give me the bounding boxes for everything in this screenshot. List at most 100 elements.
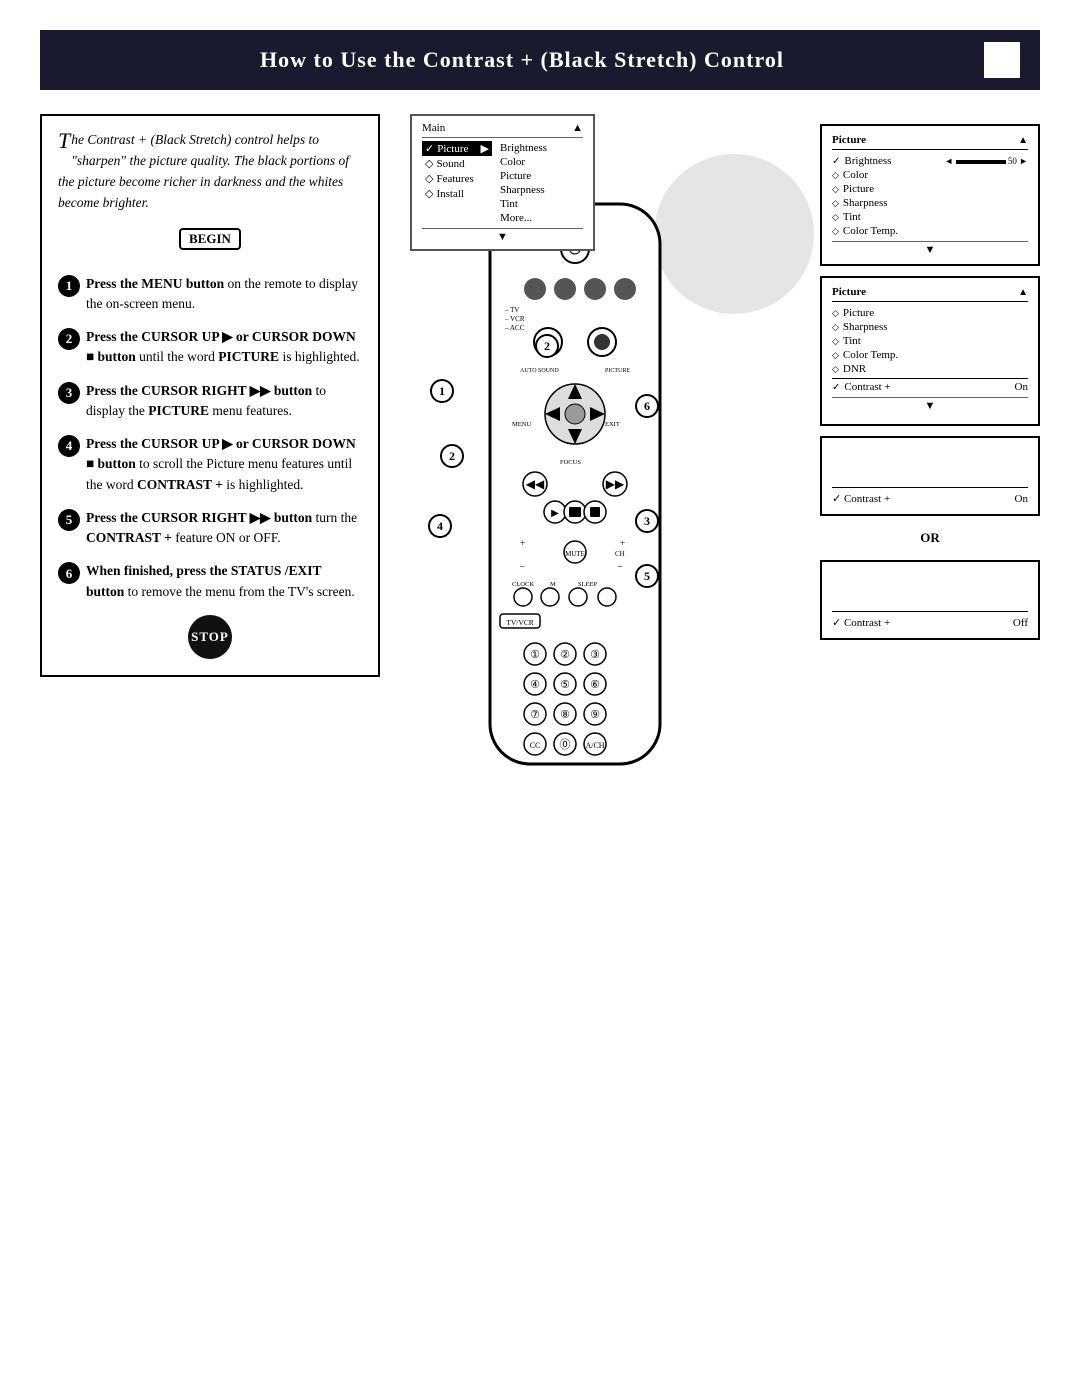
screen2-contrast-label: Contrast + <box>844 381 890 393</box>
mm-features-label: Features <box>436 173 473 185</box>
step-overlay-3: 3 <box>635 509 659 533</box>
screen1-color-label: Color <box>843 169 868 181</box>
mm-install-diamond: ◇ <box>425 187 433 200</box>
main-menu-screen-container: Main ▲ ✓ Picture ▶ ◇ Sound <box>410 114 595 251</box>
screen2-sharpness: ◇ Sharpness <box>832 320 1028 334</box>
screen1-header: Picture ▲ <box>832 134 1028 150</box>
screen1-title: Picture <box>832 134 866 146</box>
mm-sub-tint: Tint <box>500 197 580 211</box>
mm-down-arrow: ▼ <box>497 231 508 243</box>
screen4-contrast-label: ✓ Contrast + <box>832 616 890 629</box>
screen1-sharpness-label: Sharpness <box>843 197 888 209</box>
mm-sub-more: More... <box>500 211 580 225</box>
remote-control: ⏻ POWER – TV – VCR – ACC <box>460 194 690 779</box>
mm-sub-brightness: Brightness <box>500 141 580 155</box>
mm-picture-label: Picture <box>437 143 468 155</box>
step-overlay-1: 1 <box>430 379 454 403</box>
screen1-colortemp-label: Color Temp. <box>843 225 898 237</box>
screen1-brightness: ✓ Brightness ◄ 50 ► <box>832 154 1028 168</box>
screen-result-off: ✓ Contrast + Off <box>820 560 1040 640</box>
mm-sound-label: Sound <box>436 158 464 170</box>
svg-text:A/CH: A/CH <box>585 741 604 750</box>
screen1-up-arrow: ▲ <box>1018 135 1028 146</box>
svg-text:– TV: – TV <box>504 306 519 314</box>
svg-text:MUTE: MUTE <box>565 550 585 558</box>
screen2-sharpness-label: Sharpness <box>843 321 888 333</box>
main-content: T he Contrast + (Black Stretch) control … <box>40 114 1040 677</box>
screen1-picture: ◇ Picture <box>832 182 1028 196</box>
screen-brightness: Picture ▲ ✓ Brightness ◄ 50 ► ◇ Color ◇ … <box>820 124 1040 266</box>
step-5: 5 Press the CURSOR RIGHT ▶▶ button turn … <box>58 508 362 549</box>
step-1: 1 Press the MENU button on the remote to… <box>58 274 362 315</box>
screen4-contrast-value: Off <box>1013 617 1028 629</box>
step-3: 3 Press the CURSOR RIGHT ▶▶ button to di… <box>58 381 362 422</box>
svg-text:FOCUS: FOCUS <box>560 459 581 466</box>
step-overlay-2: 2 <box>440 444 464 468</box>
screen2-title: Picture <box>832 286 866 298</box>
svg-text:AUTO SOUND: AUTO SOUND <box>520 368 559 374</box>
screen1-tint: ◇ Tint <box>832 210 1028 224</box>
screen1-brightness-value: ◄ 50 ► <box>944 156 1028 166</box>
right-screens-column: Picture ▲ ✓ Brightness ◄ 50 ► ◇ Color ◇ … <box>820 114 1040 677</box>
step-6: 6 When finished, press the STATUS /EXIT … <box>58 561 362 602</box>
svg-text:+: + <box>520 538 525 548</box>
step-2-number: 2 <box>58 328 80 350</box>
svg-text:②: ② <box>560 649 570 661</box>
mm-features-row: ◇ Features <box>422 171 492 186</box>
svg-text:–: – <box>617 561 623 571</box>
screen-result-on: ✓ Contrast + On <box>820 436 1040 516</box>
screen1-sharpness: ◇ Sharpness <box>832 196 1028 210</box>
mm-picture-arrow: ▶ <box>481 142 489 155</box>
main-menu-title: Main <box>422 122 445 134</box>
step-overlay-4: 4 <box>428 514 452 538</box>
intro-text: T he Contrast + (Black Stretch) control … <box>58 130 362 214</box>
svg-text:CH: CH <box>615 550 625 558</box>
svg-text:–: – <box>519 561 525 571</box>
svg-text:①: ① <box>530 649 540 661</box>
mm-install-label: Install <box>436 188 464 200</box>
stop-badge: STOP <box>58 615 362 659</box>
step-5-content: Press the CURSOR RIGHT ▶▶ button turn th… <box>86 508 362 549</box>
right-panel: Main ▲ ✓ Picture ▶ ◇ Sound <box>400 114 1040 677</box>
svg-text:⑦: ⑦ <box>530 709 540 721</box>
page-title: How to Use the Contrast + (Black Stretch… <box>60 47 984 73</box>
svg-text:⑧: ⑧ <box>560 709 570 721</box>
svg-text:– VCR: – VCR <box>504 315 525 323</box>
mm-sound-row: ◇ Sound <box>422 156 492 171</box>
step-overlay-6: 6 <box>635 394 659 418</box>
screen3-contrast-label: ✓ Contrast + <box>832 492 890 505</box>
mm-picture-row: ✓ Picture ▶ <box>422 141 492 156</box>
screen2-down-arrow: ▼ <box>925 400 936 412</box>
step-5-number: 5 <box>58 509 80 531</box>
screen2-contrast-value: On <box>1015 381 1028 393</box>
screen2-contrast: ✓ Contrast + On <box>832 378 1028 394</box>
left-panel: T he Contrast + (Black Stretch) control … <box>40 114 380 677</box>
svg-text:+: + <box>620 538 625 548</box>
screen3-contrast-row: ✓ Contrast + On <box>832 487 1028 506</box>
screen1-color: ◇ Color <box>832 168 1028 182</box>
svg-text:CC: CC <box>530 741 541 750</box>
screen3-contrast-value: On <box>1015 493 1028 505</box>
step-3-number: 3 <box>58 382 80 404</box>
svg-text:③: ③ <box>590 649 600 661</box>
svg-text:CLOCK: CLOCK <box>512 581 534 588</box>
step-4: 4 Press the CURSOR UP ▶ or CURSOR DOWN ■… <box>58 434 362 495</box>
svg-text:MENU: MENU <box>512 421 531 428</box>
screen2-header: Picture ▲ <box>832 286 1028 302</box>
svg-text:M: M <box>550 581 556 588</box>
mm-sound-diamond: ◇ <box>425 157 433 170</box>
screen4-contrast-row: ✓ Contrast + Off <box>832 611 1028 630</box>
main-menu-up-arrow: ▲ <box>572 122 583 134</box>
screen2-up-arrow: ▲ <box>1018 287 1028 298</box>
screen1-down-arrow: ▼ <box>925 244 936 256</box>
title-bar: How to Use the Contrast + (Black Stretch… <box>40 30 1040 90</box>
mm-sub-sharpness: Sharpness <box>500 183 580 197</box>
svg-text:SLEEP: SLEEP <box>578 581 598 588</box>
screen2-tint-label: Tint <box>843 335 861 347</box>
screen1-picture-label: Picture <box>843 183 874 195</box>
screen2-dnr: ◇ DNR <box>832 362 1028 376</box>
screen1-colortemp: ◇ Color Temp. <box>832 224 1028 238</box>
svg-text:EXIT: EXIT <box>605 421 620 428</box>
or-divider: OR <box>820 526 1040 550</box>
step-overlay-5: 5 <box>635 564 659 588</box>
